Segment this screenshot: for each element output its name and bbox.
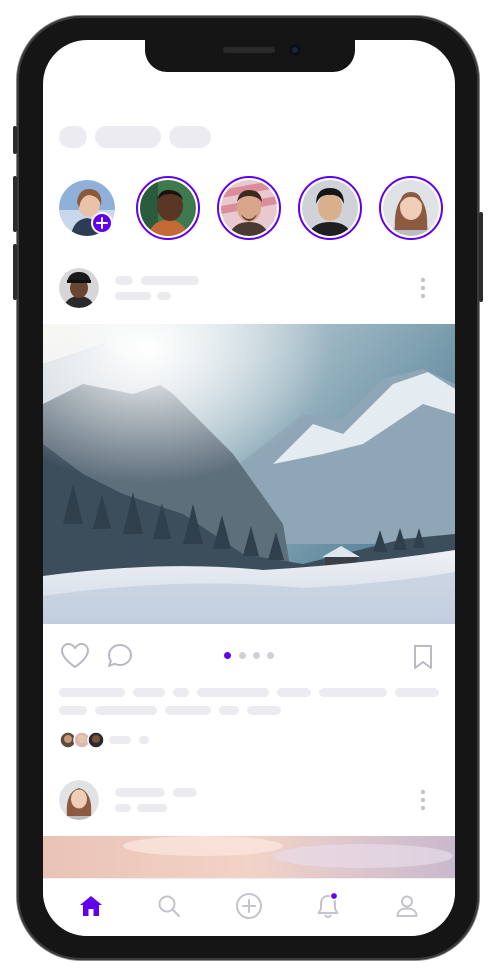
story-item[interactable] xyxy=(298,176,362,240)
story-item[interactable] xyxy=(217,176,281,240)
bookmark-icon[interactable] xyxy=(413,644,433,670)
caption-skeleton-line xyxy=(219,706,239,715)
volume-down-button xyxy=(13,244,17,300)
volume-up-button xyxy=(13,176,17,232)
author-meta-skeleton xyxy=(157,292,171,300)
power-button xyxy=(479,212,483,302)
author-name-skeleton xyxy=(141,276,199,285)
post-image[interactable] xyxy=(43,836,455,880)
carousel-dot[interactable] xyxy=(253,652,260,659)
nav-create[interactable] xyxy=(234,891,264,921)
carousel-dot-active[interactable] xyxy=(224,652,231,659)
your-story[interactable] xyxy=(59,180,115,236)
author-meta-skeleton xyxy=(115,292,151,300)
caption-skeleton-line xyxy=(133,688,165,697)
profile-icon xyxy=(396,895,418,917)
more-options-icon[interactable] xyxy=(417,788,429,812)
author-name-skeleton xyxy=(173,788,197,797)
header-skeleton-3 xyxy=(169,126,211,148)
nav-home[interactable] xyxy=(76,891,106,921)
author-name-skeleton xyxy=(115,788,165,797)
search-icon xyxy=(158,895,181,918)
caption-skeleton-line xyxy=(197,688,269,697)
post-author-avatar[interactable] xyxy=(59,268,99,308)
nav-profile[interactable] xyxy=(392,891,422,921)
caption-skeleton-line xyxy=(247,706,281,715)
story-avatar xyxy=(221,180,277,236)
caption-skeleton-line xyxy=(165,706,211,715)
story-avatar xyxy=(140,180,196,236)
caption-skeleton-line xyxy=(277,688,311,697)
header-skeleton-2 xyxy=(95,126,161,148)
caption-skeleton-line xyxy=(395,688,439,697)
story-item[interactable] xyxy=(136,176,200,240)
author-meta-skeleton xyxy=(115,804,131,812)
post-author-avatar[interactable] xyxy=(59,780,99,820)
comment-icon[interactable] xyxy=(107,643,133,669)
header-skeleton-1 xyxy=(59,126,87,148)
post-image[interactable] xyxy=(43,324,455,624)
carousel-dot[interactable] xyxy=(267,652,274,659)
app-screen xyxy=(43,40,455,936)
nav-notifications[interactable] xyxy=(313,891,343,921)
story-avatar xyxy=(383,180,439,236)
home-icon xyxy=(80,896,102,916)
caption-skeleton-line xyxy=(95,706,157,715)
liked-by-skeleton xyxy=(139,736,149,744)
caption-skeleton-line xyxy=(319,688,387,697)
notch xyxy=(145,40,355,72)
add-circle-icon xyxy=(236,893,262,919)
like-heart-icon[interactable] xyxy=(61,643,89,669)
caption-skeleton-line xyxy=(59,688,125,697)
mute-switch xyxy=(13,126,17,154)
liked-by-avatars xyxy=(59,731,105,749)
story-avatar xyxy=(302,180,358,236)
caption-skeleton-line xyxy=(59,706,87,715)
more-options-icon[interactable] xyxy=(417,276,429,300)
notification-badge xyxy=(329,892,339,901)
author-meta-skeleton xyxy=(137,804,167,812)
speaker xyxy=(223,47,275,53)
liked-by-skeleton xyxy=(109,736,131,744)
caption-skeleton-line xyxy=(173,688,189,697)
bottom-nav xyxy=(43,878,455,936)
bell-icon xyxy=(317,892,339,918)
story-item[interactable] xyxy=(379,176,443,240)
author-name-skeleton xyxy=(115,276,133,285)
nav-search[interactable] xyxy=(154,891,184,921)
front-camera xyxy=(289,44,301,56)
add-story-icon[interactable] xyxy=(91,212,113,234)
carousel-dot[interactable] xyxy=(239,652,246,659)
